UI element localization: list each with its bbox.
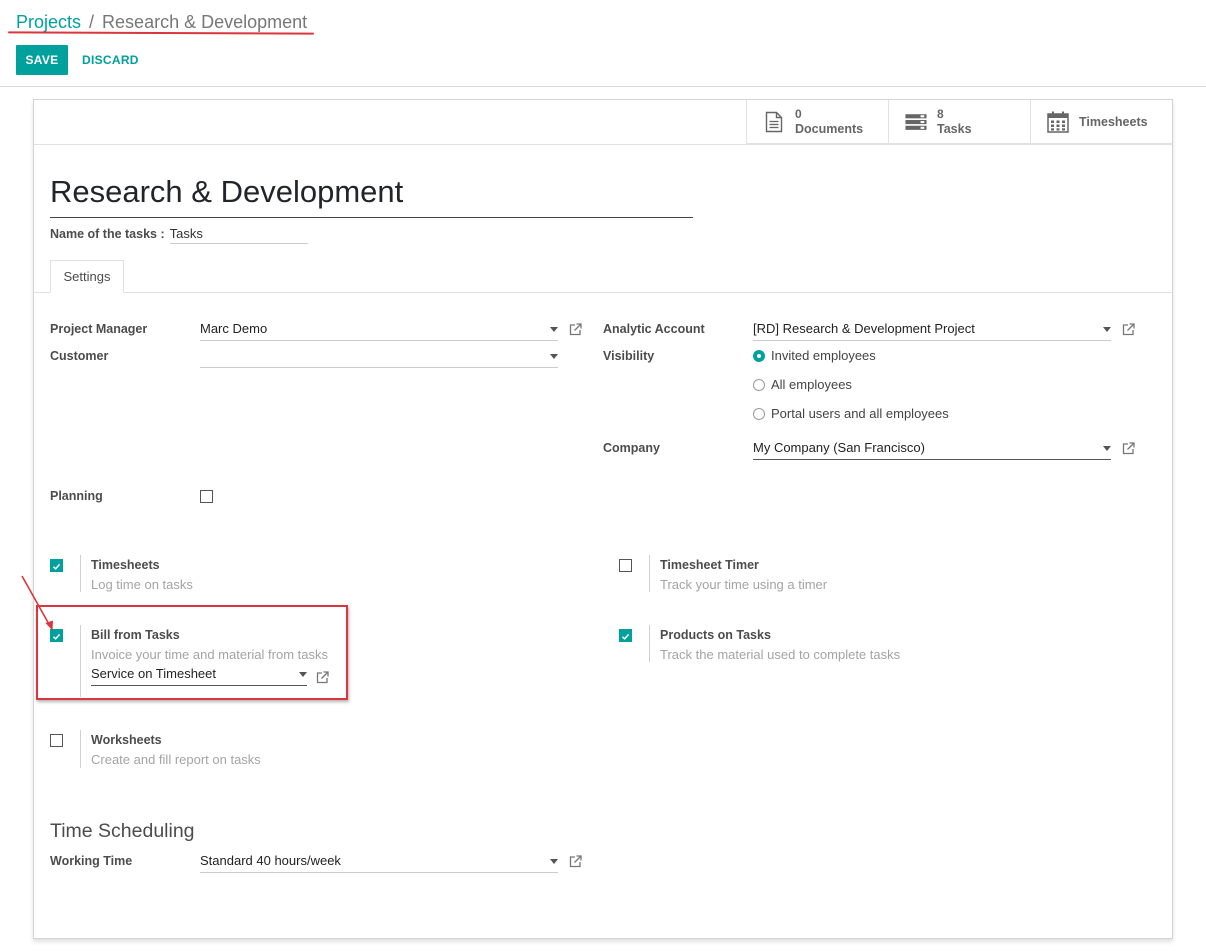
time-scheduling-title: Time Scheduling [50,820,195,842]
worksheets-title: Worksheets [91,733,162,747]
task-name-label: Name of the tasks : [50,227,165,241]
timesheet-product-select[interactable]: Service on Timesheet [91,664,307,686]
setting-divider [80,555,81,592]
timesheet-timer-checkbox[interactable] [619,559,632,572]
tasks-count: 8 [937,106,944,121]
tasks-label: Tasks [937,121,972,136]
tasks-icon [905,110,927,134]
analytic-account-select[interactable]: [RD] Research & Development Project [753,319,1111,341]
analytic-account-label: Analytic Account [603,322,705,336]
chevron-down-icon [550,354,558,359]
visibility-option-invited[interactable]: Invited employees [753,348,876,363]
visibility-option-label: All employees [771,377,852,392]
visibility-option-label: Invited employees [771,348,876,363]
visibility-label: Visibility [603,349,655,363]
setting-divider [649,625,650,662]
discard-button[interactable]: DISCARD [74,45,147,75]
timesheets-button[interactable]: Timesheets [1030,100,1172,144]
chevron-down-icon [550,327,558,332]
products-on-tasks-title: Products on Tasks [660,628,771,642]
products-on-tasks-desc: Track the material used to complete task… [660,647,901,662]
tab-settings[interactable]: Settings [50,260,124,293]
tasks-button[interactable]: 8 Tasks [888,100,1030,144]
radio-selected-icon [753,349,765,362]
setting-divider [80,730,81,768]
timesheets-label: Timesheets [1079,114,1148,129]
document-icon [763,110,785,134]
bill-from-tasks-title: Bill from Tasks [91,628,180,642]
project-manager-select[interactable]: Marc Demo [200,319,558,341]
planning-label: Planning [50,489,103,503]
external-link-icon[interactable] [316,671,329,684]
annotation-arrow-icon [21,575,53,631]
task-name-row: Name of the tasks : Tasks [50,226,308,244]
header-divider [34,144,1172,145]
worksheets-desc: Create and fill report on tasks [91,752,261,767]
calendar-icon [1047,110,1069,134]
project-manager-label: Project Manager [50,322,148,336]
working-time-value: Standard 40 hours/week [200,853,341,868]
checkmark-icon [52,563,61,570]
chevron-down-icon [299,672,307,677]
external-link-icon[interactable] [569,855,582,868]
timesheet-product-value: Service on Timesheet [91,666,217,681]
annotation-underline [7,31,315,35]
project-title: Research & Development [50,174,404,209]
setting-divider [80,625,81,697]
timesheets-checkbox[interactable] [50,559,63,572]
project-manager-value: Marc Demo [200,321,268,336]
documents-label: Documents [795,121,864,136]
external-link-icon[interactable] [1122,442,1135,455]
analytic-account-value: [RD] Research & Development Project [753,321,975,336]
company-value: My Company (San Francisco) [753,440,925,455]
chevron-down-icon [1103,446,1111,451]
breadcrumb-current: Research & Development [102,12,308,32]
timesheets-desc: Log time on tasks [91,577,193,592]
save-button[interactable]: SAVE [16,45,68,75]
documents-button[interactable]: 0 Documents [746,100,888,144]
customer-select[interactable] [200,346,558,368]
company-label: Company [603,441,660,455]
timesheet-timer-desc: Track your time using a timer [660,577,828,592]
breadcrumb-projects-link[interactable]: Projects [16,12,81,33]
bill-from-tasks-desc: Invoice your time and material from task… [91,647,328,662]
customer-label: Customer [50,349,109,363]
form-sheet: 0 Documents 8 Tasks Timesheets Research … [33,99,1173,939]
control-panel: Projects / Research & Development SAVE D… [0,0,1206,87]
breadcrumb: Projects / Research & Development [16,12,307,33]
project-title-field[interactable]: Research & Development [50,170,693,218]
planning-checkbox[interactable] [200,490,213,503]
task-name-input[interactable]: Tasks [169,226,308,244]
working-time-label: Working Time [50,854,133,868]
setting-divider [649,555,650,592]
visibility-option-portal[interactable]: Portal users and all employees [753,406,949,421]
visibility-option-label: Portal users and all employees [771,406,949,421]
radio-icon [753,378,765,391]
smart-button-box: 0 Documents 8 Tasks Timesheets [746,100,1172,144]
timesheet-timer-title: Timesheet Timer [660,558,759,572]
chevron-down-icon [550,859,558,864]
breadcrumb-separator: / [89,12,95,32]
company-select[interactable]: My Company (San Francisco) [753,438,1111,460]
products-on-tasks-checkbox[interactable] [619,629,632,642]
chevron-down-icon [1103,327,1111,332]
external-link-icon[interactable] [569,323,582,336]
checkmark-icon [621,633,630,640]
radio-icon [753,407,765,420]
timesheets-title: Timesheets [91,558,160,572]
external-link-icon[interactable] [1122,323,1135,336]
worksheets-checkbox[interactable] [50,734,63,747]
tab-bar-line [34,292,1172,293]
working-time-select[interactable]: Standard 40 hours/week [200,851,558,873]
visibility-option-all[interactable]: All employees [753,377,852,392]
documents-count: 0 [795,106,802,121]
